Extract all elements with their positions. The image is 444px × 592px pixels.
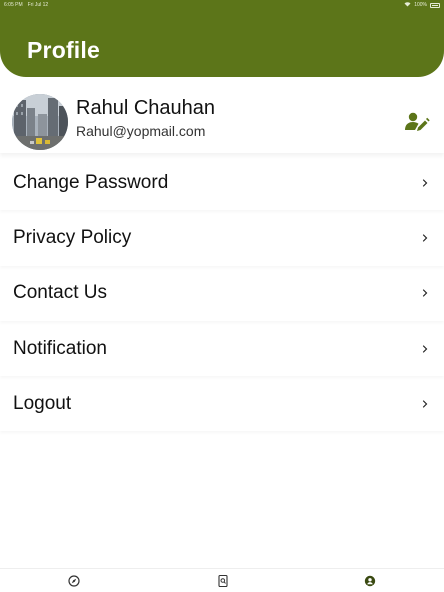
menu-item-logout[interactable]: Logout [0, 376, 444, 431]
bottom-tab-bar [0, 568, 444, 592]
tab-profile[interactable] [363, 574, 377, 588]
status-bar: 6:05 PM Fri Jul 12 100% [0, 0, 444, 10]
status-time: 6:05 PM [4, 2, 23, 8]
menu-item-notification[interactable]: Notification [0, 321, 444, 376]
page-title: Profile [27, 37, 100, 63]
profile-email: Rahul@yopmail.com [76, 123, 206, 139]
menu-item-contact-us[interactable]: Contact Us [0, 266, 444, 321]
chevron-right-icon [422, 400, 428, 408]
profile-card: Rahul Chauhan Rahul@yopmail.com [0, 91, 444, 153]
menu-item-change-password[interactable]: Change Password [0, 155, 444, 210]
tab-explore[interactable] [67, 574, 81, 588]
profile-icon [364, 575, 376, 587]
edit-user-icon [405, 112, 430, 131]
profile-name: Rahul Chauhan [76, 97, 215, 119]
chevron-right-icon [422, 179, 428, 187]
status-date: Fri Jul 12 [27, 2, 49, 8]
menu-item-privacy-policy[interactable]: Privacy Policy [0, 210, 444, 265]
menu-item-label: Contact Us [13, 282, 107, 304]
chevron-right-icon [422, 289, 428, 297]
avatar[interactable] [12, 94, 68, 150]
status-left: 6:05 PM Fri Jul 12 [4, 2, 48, 8]
menu-item-label: Notification [13, 337, 107, 359]
menu-item-label: Logout [13, 392, 72, 414]
battery-percent: 100% [414, 2, 427, 8]
tab-search[interactable] [216, 574, 230, 588]
settings-menu: Change Password Privacy Policy Contact U… [0, 155, 444, 431]
wifi-icon [404, 1, 411, 9]
avatar-city-image [12, 94, 68, 150]
compass-icon [68, 575, 80, 587]
chevron-right-icon [422, 344, 428, 353]
menu-item-label: Change Password [13, 171, 169, 193]
status-right: 100% [404, 1, 440, 9]
header: Profile [0, 10, 444, 77]
chevron-right-icon [422, 234, 428, 242]
menu-item-label: Privacy Policy [13, 226, 132, 248]
battery-icon [430, 2, 440, 8]
search-document-icon [218, 574, 228, 588]
profile-screen: 6:05 PM Fri Jul 12 100% Profile Rahul Ch… [0, 0, 444, 592]
edit-profile-button[interactable] [404, 109, 430, 135]
